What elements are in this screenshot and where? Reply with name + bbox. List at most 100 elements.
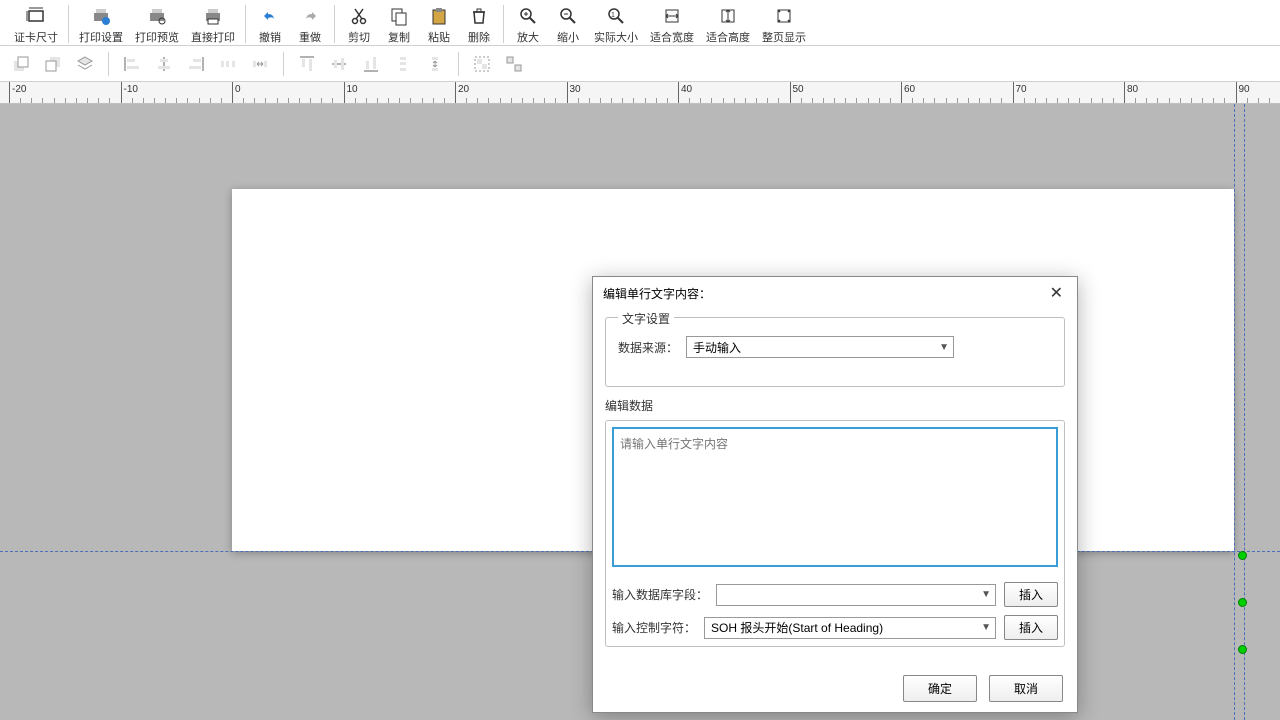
zoom-out-button[interactable]: 缩小 xyxy=(548,3,588,47)
card-size-button[interactable]: 证卡尺寸 xyxy=(8,3,64,47)
edit-data-fieldset: 输入数据库字段： ▼ 插入 输入控制字符： SOH 报头开始(Start of … xyxy=(605,420,1065,647)
dialog-footer: 确定 取消 xyxy=(593,665,1077,712)
card-size-icon xyxy=(25,5,47,27)
spacing-v-button[interactable] xyxy=(422,51,448,77)
text-settings-fieldset: 文字设置 数据来源： 手动输入 ▼ xyxy=(605,317,1065,387)
copy-label: 复制 xyxy=(388,29,410,45)
edit-text-dialog: 编辑单行文字内容： ✕ 文字设置 数据来源： 手动输入 ▼ 编辑数据 xyxy=(592,276,1078,713)
delete-label: 删除 xyxy=(468,29,490,45)
db-field-combo[interactable]: ▼ xyxy=(716,584,996,606)
zoom-in-icon xyxy=(517,5,539,27)
cut-button[interactable]: 剪切 xyxy=(339,3,379,47)
zoom-in-button[interactable]: 放大 xyxy=(508,3,548,47)
redo-icon xyxy=(299,5,321,27)
send-back-button[interactable] xyxy=(40,51,66,77)
ok-button[interactable]: 确定 xyxy=(903,675,977,702)
data-source-value: 手动输入 xyxy=(693,339,741,356)
direct-print-button[interactable]: 直接打印 xyxy=(185,3,241,47)
redo-label: 重做 xyxy=(299,29,321,45)
fieldset-label: 文字设置 xyxy=(618,310,674,327)
edit-data-label: 编辑数据 xyxy=(605,397,1065,414)
horizontal-ruler: -20-100102030405060708090 xyxy=(0,82,1280,104)
dialog-title: 编辑单行文字内容： xyxy=(603,285,711,302)
actual-size-icon: 1 xyxy=(605,5,627,27)
align-center-v-button[interactable] xyxy=(326,51,352,77)
fit-height-button[interactable]: 适合高度 xyxy=(700,3,756,47)
cancel-button[interactable]: 取消 xyxy=(989,675,1063,702)
zoom-out-label: 缩小 xyxy=(557,29,579,45)
fit-width-label: 适合宽度 xyxy=(650,29,694,45)
main-toolbar: 证卡尺寸 打印设置 打印预览 直接打印 撤销 重做 剪切 复制 粘贴 删除 xyxy=(0,0,1280,46)
align-left-button[interactable] xyxy=(119,51,145,77)
canvas-area[interactable]: 编辑单行文字内容： ✕ 文字设置 数据来源： 手动输入 ▼ 编辑数据 xyxy=(0,104,1280,720)
dialog-titlebar: 编辑单行文字内容： ✕ xyxy=(593,277,1077,309)
align-right-button[interactable] xyxy=(183,51,209,77)
actual-size-button[interactable]: 1 实际大小 xyxy=(588,3,644,47)
insert-control-char-button[interactable]: 插入 xyxy=(1004,615,1058,640)
separator xyxy=(503,5,504,43)
separator xyxy=(108,52,109,76)
copy-icon xyxy=(388,5,410,27)
fit-width-icon xyxy=(661,5,683,27)
content-input[interactable] xyxy=(612,427,1058,567)
fit-width-button[interactable]: 适合宽度 xyxy=(644,3,700,47)
paste-label: 粘贴 xyxy=(428,29,450,45)
separator xyxy=(245,5,246,43)
data-source-combo[interactable]: 手动输入 ▼ xyxy=(686,336,954,358)
align-bottom-button[interactable] xyxy=(358,51,384,77)
print-preview-label: 打印预览 xyxy=(135,29,179,45)
vertical-guide xyxy=(1234,104,1235,720)
full-page-label: 整页显示 xyxy=(762,29,806,45)
copy-button[interactable]: 复制 xyxy=(379,3,419,47)
print-preview-button[interactable]: 打印预览 xyxy=(129,3,185,47)
layer-button[interactable] xyxy=(72,51,98,77)
fit-height-icon xyxy=(717,5,739,27)
cut-label: 剪切 xyxy=(348,29,370,45)
paste-icon xyxy=(428,5,450,27)
spacing-h-button[interactable] xyxy=(247,51,273,77)
undo-icon xyxy=(259,5,281,27)
direct-print-label: 直接打印 xyxy=(191,29,235,45)
paste-button[interactable]: 粘贴 xyxy=(419,3,459,47)
undo-button[interactable]: 撤销 xyxy=(250,3,290,47)
ungroup-button[interactable] xyxy=(501,51,527,77)
separator xyxy=(334,5,335,43)
fit-height-label: 适合高度 xyxy=(706,29,750,45)
insert-db-field-button[interactable]: 插入 xyxy=(1004,582,1058,607)
chevron-down-icon: ▼ xyxy=(981,622,991,633)
svg-text:1: 1 xyxy=(611,12,615,19)
chevron-down-icon: ▼ xyxy=(939,342,949,353)
actual-size-label: 实际大小 xyxy=(594,29,638,45)
group-button[interactable] xyxy=(469,51,495,77)
dialog-body: 文字设置 数据来源： 手动输入 ▼ 编辑数据 输入数据库字段： xyxy=(593,309,1077,665)
print-setup-button[interactable]: 打印设置 xyxy=(73,3,129,47)
control-char-combo[interactable]: SOH 报头开始(Start of Heading) ▼ xyxy=(704,617,996,639)
redo-button[interactable]: 重做 xyxy=(290,3,330,47)
distribute-h-button[interactable] xyxy=(215,51,241,77)
selection-handle[interactable] xyxy=(1238,598,1247,607)
separator xyxy=(458,52,459,76)
data-source-label: 数据来源： xyxy=(618,339,678,356)
db-field-label: 输入数据库字段： xyxy=(612,586,708,603)
undo-label: 撤销 xyxy=(259,29,281,45)
separator xyxy=(68,5,69,43)
bring-front-button[interactable] xyxy=(8,51,34,77)
scissors-icon xyxy=(348,5,370,27)
selection-handle[interactable] xyxy=(1238,551,1247,560)
print-setup-label: 打印设置 xyxy=(79,29,123,45)
printer-gear-icon xyxy=(90,5,112,27)
selection-handle[interactable] xyxy=(1238,645,1247,654)
arrange-toolbar xyxy=(0,46,1280,82)
align-top-button[interactable] xyxy=(294,51,320,77)
card-size-label: 证卡尺寸 xyxy=(14,29,58,45)
close-icon[interactable]: ✕ xyxy=(1046,283,1067,303)
align-center-h-button[interactable] xyxy=(151,51,177,77)
full-page-button[interactable]: 整页显示 xyxy=(756,3,812,47)
trash-icon xyxy=(468,5,490,27)
zoom-in-label: 放大 xyxy=(517,29,539,45)
delete-button[interactable]: 删除 xyxy=(459,3,499,47)
control-char-value: SOH 报头开始(Start of Heading) xyxy=(711,619,883,636)
distribute-v-button[interactable] xyxy=(390,51,416,77)
zoom-out-icon xyxy=(557,5,579,27)
control-char-label: 输入控制字符： xyxy=(612,619,696,636)
